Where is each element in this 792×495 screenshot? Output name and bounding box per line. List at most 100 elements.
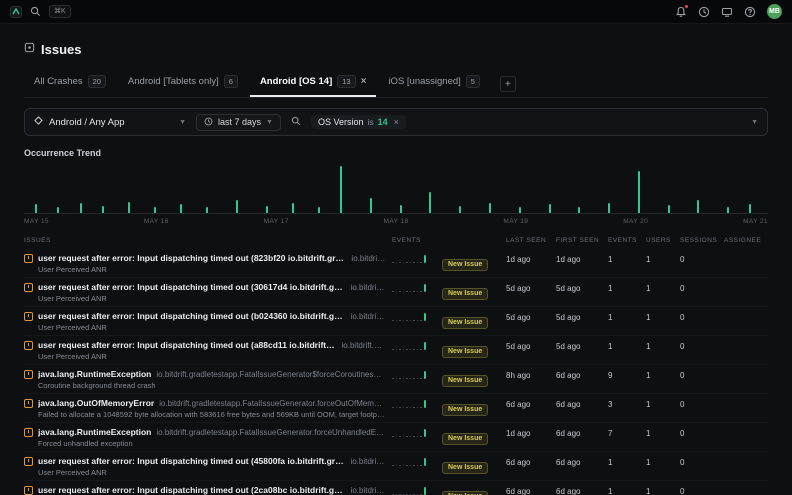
issue-row[interactable]: java.lang.RuntimeExceptionio.bitdrift.gr… (24, 365, 768, 394)
events-count-cell: 3 (608, 398, 640, 409)
tab-count-badge: 5 (466, 75, 480, 88)
issue-location: io.bitdrift.gradletestapp.FatalIssueGene… (342, 341, 386, 350)
filter-chip-field: OS Version (318, 117, 364, 127)
devices-monitor-icon[interactable] (721, 6, 733, 18)
chart-bar (206, 207, 208, 213)
time-range-dropdown[interactable]: last 7 days ▼ (196, 114, 281, 131)
users-count-cell: 1 (646, 456, 674, 467)
issue-title[interactable]: java.lang.RuntimeException (38, 427, 151, 437)
avatar[interactable]: MB (767, 4, 782, 19)
issue-subtitle: Failed to allocate a 1048592 byte alloca… (38, 410, 386, 419)
issue-location: io.bitdrift.gradletesta... (351, 254, 386, 263)
assignee-cell (724, 485, 768, 487)
status-badge-cell: New Issue (442, 456, 500, 474)
chart-bar (697, 200, 699, 213)
sessions-count-cell: 0 (680, 398, 718, 409)
issue-row[interactable]: user request after error: Input dispatch… (24, 481, 768, 495)
chart-bar (236, 200, 238, 213)
tab-close-icon[interactable]: × (361, 78, 367, 86)
tab-ios-unassigned[interactable]: iOS [unassigned]5 (378, 70, 490, 97)
tab-all-crashes[interactable]: All Crashes20 (24, 70, 116, 97)
events-count-cell: 1 (608, 485, 640, 495)
status-badge-cell: New Issue (442, 282, 500, 300)
filter-bar-expand-chevron-icon[interactable]: ▼ (751, 119, 758, 126)
new-issue-badge: New Issue (442, 346, 488, 358)
events-sparkline (392, 456, 436, 466)
chart-bar (489, 203, 491, 213)
issue-cell: java.lang.RuntimeExceptionio.bitdrift.gr… (24, 369, 386, 390)
issue-type-icon (24, 399, 33, 408)
issue-title[interactable]: user request after error: Input dispatch… (38, 311, 346, 321)
issue-title[interactable]: java.lang.RuntimeException (38, 369, 151, 379)
search-shortcut-kbd[interactable]: ⌘K (49, 5, 71, 18)
os-version-filter-chip[interactable]: OS Version is 14 × (311, 115, 406, 129)
chart-bar (57, 207, 59, 213)
last-seen-cell: 6d ago (506, 485, 550, 495)
filter-bar: Android / Any App ▼ last 7 days ▼ OS Ver… (24, 108, 768, 136)
first-seen-cell: 6d ago (556, 398, 602, 409)
events-sparkline (392, 398, 436, 408)
add-view-button[interactable]: + (500, 76, 516, 92)
issue-title[interactable]: user request after error: Input dispatch… (38, 282, 346, 292)
issue-type-icon (24, 486, 33, 495)
issue-subtitle: Coroutine background thread crash (38, 381, 386, 390)
axis-label: MAY 17 (264, 218, 289, 225)
column-header-badge (442, 237, 500, 244)
issue-row[interactable]: user request after error: Input dispatch… (24, 452, 768, 481)
axis-label: MAY 15 (24, 218, 49, 225)
chart-bar (266, 206, 268, 213)
filter-search-icon[interactable] (291, 113, 301, 131)
axis-label: MAY 18 (384, 218, 409, 225)
issue-row[interactable]: user request after error: Input dispatch… (24, 249, 768, 278)
assignee-cell (724, 456, 768, 458)
events-sparkline (392, 253, 436, 263)
issue-location: io.bitdrift.gradletesta... (351, 283, 386, 292)
tab-android-tablets-only[interactable]: Android [Tablets only]6 (118, 70, 248, 97)
issue-title[interactable]: user request after error: Input dispatch… (38, 485, 346, 495)
top-bar: ⌘K MB (0, 0, 792, 24)
axis-label: MAY 20 (623, 218, 648, 225)
help-icon[interactable] (744, 6, 756, 18)
issue-subtitle: User Perceived ANR (38, 323, 386, 332)
events-count-cell: 1 (608, 340, 640, 351)
search-icon[interactable] (30, 6, 41, 17)
history-clock-icon[interactable] (698, 6, 710, 18)
app-logo-icon[interactable] (10, 6, 22, 18)
table-header: ISSUESEVENTSLAST SEENFIRST SEENEVENTSUSE… (24, 237, 768, 249)
status-badge-cell: New Issue (442, 398, 500, 416)
axis-label: MAY 16 (144, 218, 169, 225)
chart-bar (318, 207, 320, 213)
issue-row[interactable]: user request after error: Input dispatch… (24, 336, 768, 365)
last-seen-cell: 6d ago (506, 398, 550, 409)
issue-type-icon (24, 283, 33, 292)
issue-type-icon (24, 312, 33, 321)
occurrence-trend-chart (24, 164, 768, 214)
issue-title[interactable]: user request after error: Input dispatch… (38, 253, 346, 263)
issue-cell: user request after error: Input dispatch… (24, 311, 386, 332)
tab-android-os-14[interactable]: Android [OS 14]13× (250, 70, 377, 97)
users-count-cell: 1 (646, 369, 674, 380)
issue-location: io.bitdrift.gradletestapp.FatalIssueGene… (156, 428, 386, 437)
column-header-users: USERS (646, 237, 674, 244)
last-seen-cell: 5d ago (506, 311, 550, 322)
users-count-cell: 1 (646, 282, 674, 293)
issue-title[interactable]: java.lang.OutOfMemoryError (38, 398, 154, 408)
issue-row[interactable]: user request after error: Input dispatch… (24, 307, 768, 336)
last-seen-cell: 8h ago (506, 369, 550, 380)
issue-row[interactable]: user request after error: Input dispatch… (24, 278, 768, 307)
page-header: Issues (24, 40, 768, 58)
status-badge-cell: New Issue (442, 340, 500, 358)
new-issue-badge: New Issue (442, 375, 488, 387)
issue-title[interactable]: user request after error: Input dispatch… (38, 456, 345, 466)
app-selector-dropdown[interactable]: Android / Any App ▼ (34, 116, 186, 128)
sessions-count-cell: 0 (680, 253, 718, 264)
issue-row[interactable]: java.lang.RuntimeException io.bitdrift.gr… (24, 423, 768, 452)
assignee-cell (724, 340, 768, 342)
issue-title[interactable]: user request after error: Input dispatch… (38, 340, 337, 350)
remove-filter-icon[interactable]: × (394, 117, 399, 127)
notifications-bell-icon[interactable] (675, 6, 687, 18)
new-issue-badge: New Issue (442, 433, 488, 445)
issue-row[interactable]: java.lang.OutOfMemoryErrorio.bitdrift.gr… (24, 394, 768, 423)
assignee-cell (724, 398, 768, 400)
chart-bar (578, 207, 580, 213)
